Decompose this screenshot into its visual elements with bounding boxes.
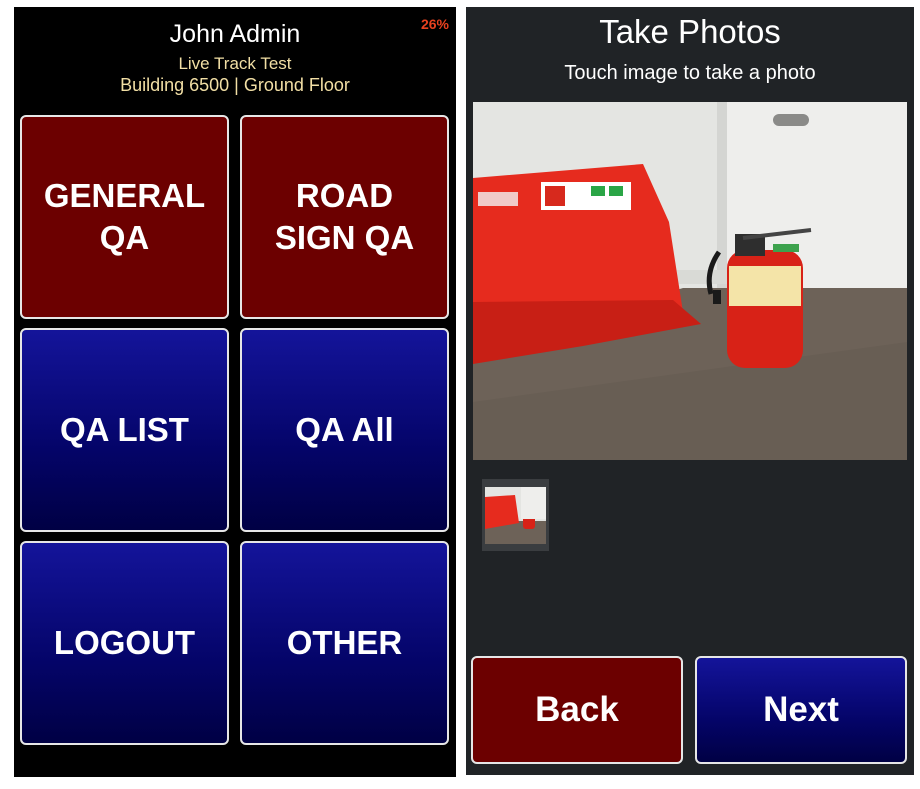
fire-extinguisher-photo-icon	[473, 102, 907, 460]
qa-list-button[interactable]: QA LIST	[20, 328, 229, 532]
other-button[interactable]: OTHER	[240, 541, 449, 745]
page-subtitle: Touch image to take a photo	[564, 62, 816, 84]
road-sign-qa-button[interactable]: ROAD SIGN QA	[240, 115, 449, 319]
fire-extinguisher-thumbnail-icon	[485, 487, 546, 544]
page-title: Take Photos	[599, 13, 781, 50]
project-name: Live Track Test	[178, 54, 292, 73]
logout-button[interactable]: LOGOUT	[20, 541, 229, 745]
general-qa-button[interactable]: GENERAL QA	[20, 115, 229, 319]
location-label: Building 6500 | Ground Floor	[120, 75, 350, 95]
user-name: John Admin	[169, 20, 301, 48]
photo-screen: Take Photos Touch image to take a photo	[466, 7, 914, 775]
home-screen: 26% John Admin Live Track Test Building …	[14, 7, 456, 777]
camera-photo[interactable]	[473, 102, 907, 460]
back-button[interactable]: Back	[471, 656, 683, 764]
next-button[interactable]: Next	[695, 656, 907, 764]
photo-thumbnail[interactable]	[482, 479, 549, 551]
qa-all-button[interactable]: QA All	[240, 328, 449, 532]
